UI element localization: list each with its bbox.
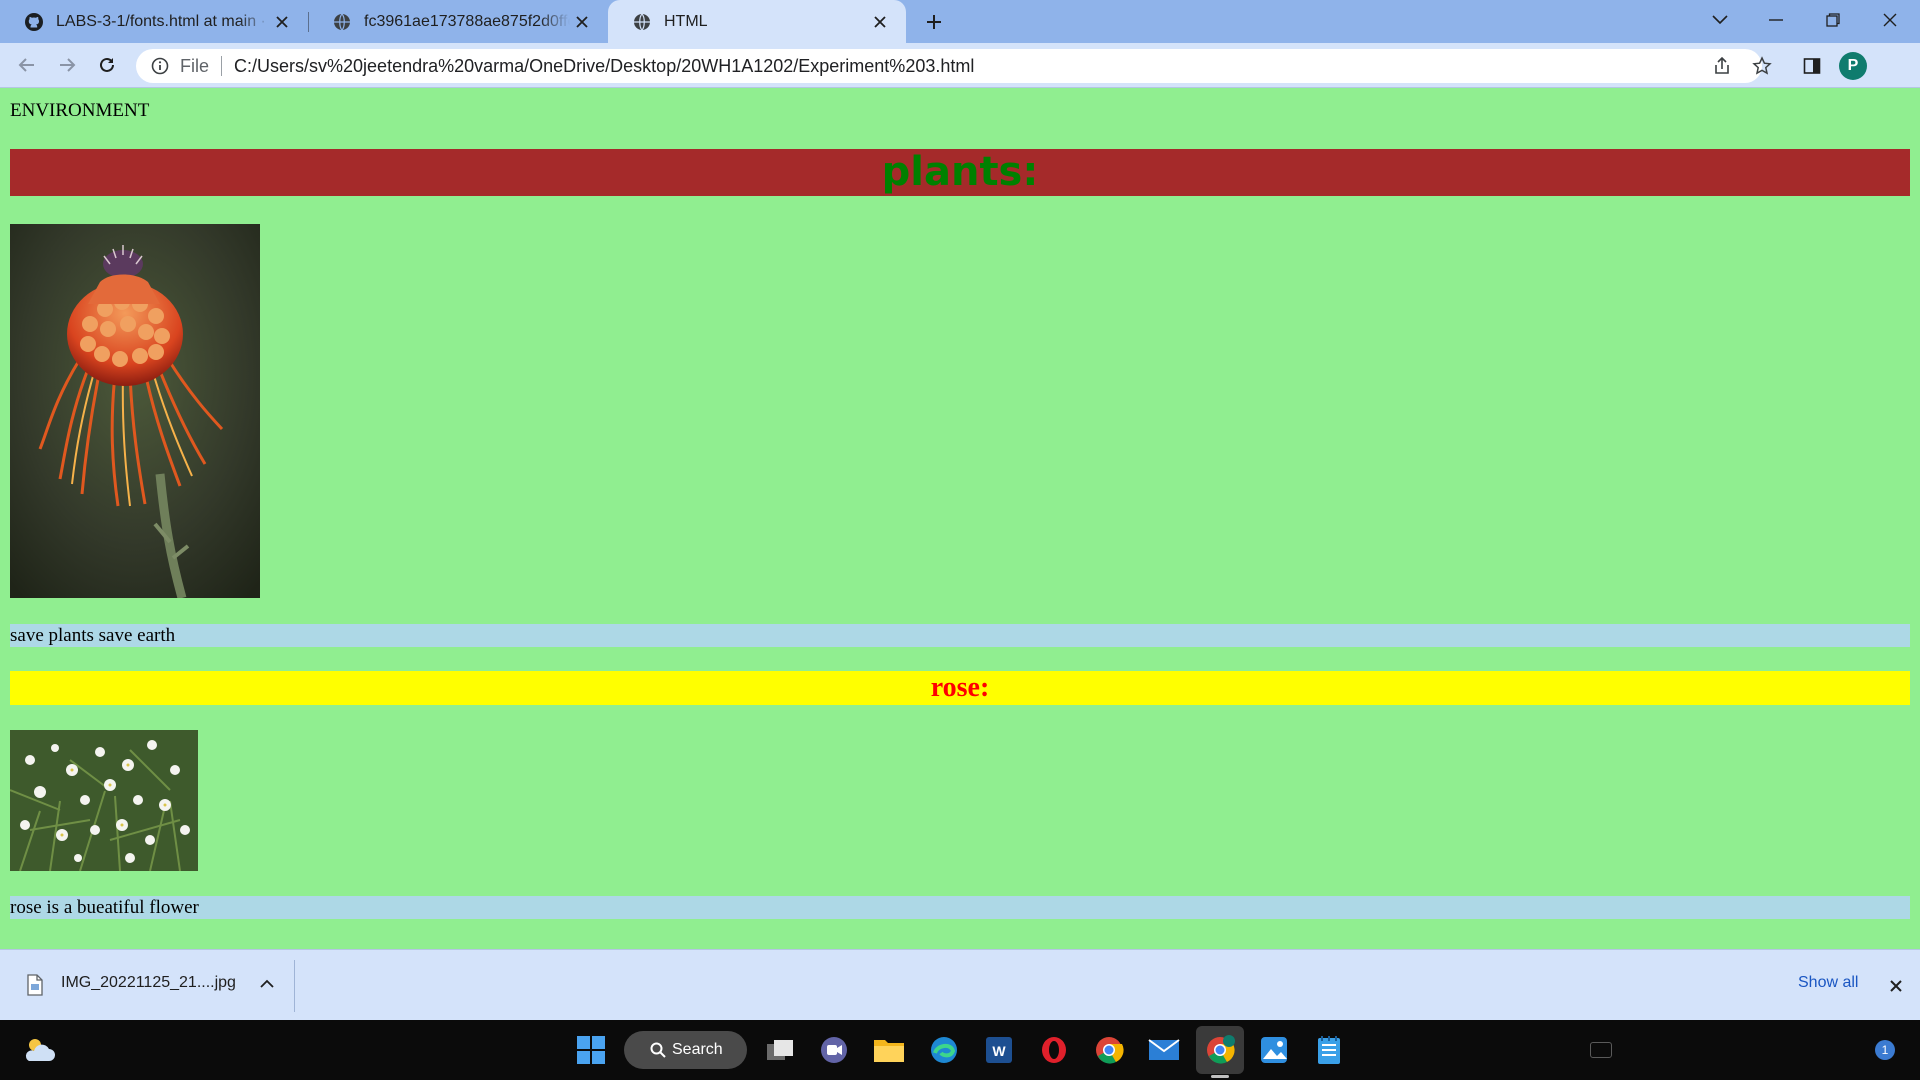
minimize-icon xyxy=(1769,19,1783,21)
bookmark-button[interactable] xyxy=(1748,52,1776,80)
browser-title-bar: LABS-3-1/fonts.html at main · 20WH1A1202… xyxy=(0,0,1920,43)
reload-icon xyxy=(100,57,114,72)
back-button[interactable] xyxy=(11,49,43,81)
active-app-indicator xyxy=(1211,1075,1229,1078)
browser-toolbar: File C:/Users/sv%20jeetendra%20varma/One… xyxy=(0,43,1920,88)
opera-browser-icon[interactable] xyxy=(1034,1030,1074,1070)
new-tab-button[interactable] xyxy=(920,8,948,36)
rose-heading: rose: xyxy=(10,671,1910,705)
address-bar[interactable]: File C:/Users/sv%20jeetendra%20varma/One… xyxy=(136,49,1762,83)
notepad-app-icon[interactable] xyxy=(1309,1030,1349,1070)
globe-icon xyxy=(332,12,352,32)
mail-app-icon[interactable] xyxy=(1144,1030,1184,1070)
close-icon[interactable] xyxy=(270,10,294,34)
restore-button[interactable] xyxy=(1805,0,1861,40)
edge-browser-icon[interactable] xyxy=(924,1030,964,1070)
tab-title: LABS-3-1/fonts.html at main · 20WH1A1202 xyxy=(56,12,270,30)
profile-avatar[interactable]: P xyxy=(1839,52,1867,80)
restore-icon xyxy=(1826,13,1840,27)
chevron-up-icon[interactable] xyxy=(256,972,278,994)
url-text[interactable]: C:/Users/sv%20jeetendra%20varma/OneDrive… xyxy=(234,56,974,77)
file-scheme-label: File xyxy=(180,55,210,76)
search-label: Search xyxy=(672,1041,723,1058)
close-icon[interactable] xyxy=(570,10,594,34)
close-window-button[interactable] xyxy=(1862,0,1918,40)
environment-text: ENVIRONMENT xyxy=(10,100,150,121)
word-app-icon[interactable]: W xyxy=(979,1030,1019,1070)
plus-icon xyxy=(927,15,941,29)
plants-heading: plants: xyxy=(10,149,1910,196)
show-all-downloads-link[interactable]: Show all xyxy=(1798,974,1858,992)
red-pincushion-flower-photo xyxy=(10,224,260,598)
tab-title: fc3961ae173788ae875f2d0ffe5e6 xyxy=(364,12,570,30)
windows-taskbar: Search W 1 xyxy=(0,1020,1920,1080)
tab-github-fonts[interactable]: LABS-3-1/fonts.html at main · 20WH1A1202 xyxy=(0,0,308,43)
rose-caption: rose is a bueatiful flower xyxy=(10,896,1910,919)
tab-search-button[interactable] xyxy=(1692,0,1748,40)
file-explorer-icon[interactable] xyxy=(869,1030,909,1070)
globe-icon xyxy=(632,12,652,32)
share-button[interactable] xyxy=(1708,52,1736,80)
chrome-profile-icon[interactable] xyxy=(1200,1030,1240,1070)
task-view-icon[interactable] xyxy=(760,1030,800,1070)
download-shelf: IMG_20221125_21....jpg Show all xyxy=(0,949,1920,1020)
notification-badge[interactable]: 1 xyxy=(1875,1040,1895,1060)
side-panel-button[interactable] xyxy=(1798,52,1826,80)
close-icon[interactable] xyxy=(1884,974,1908,998)
chevron-down-icon xyxy=(1712,15,1728,25)
star-icon xyxy=(1752,56,1772,75)
download-file-name[interactable]: IMG_20221125_21....jpg xyxy=(61,974,236,992)
weather-icon[interactable] xyxy=(20,1030,60,1070)
taskbar-search[interactable]: Search xyxy=(624,1031,747,1069)
share-icon xyxy=(1715,56,1729,74)
windows-logo-icon xyxy=(577,1036,605,1064)
search-icon xyxy=(650,1042,666,1058)
page-content: ENVIRONMENT plants: save plants save ear… xyxy=(0,89,1920,949)
tab-title: HTML xyxy=(664,12,708,30)
download-divider xyxy=(294,960,295,1012)
tab-hash-page[interactable]: fc3961ae173788ae875f2d0ffe5e6 xyxy=(308,0,608,43)
svg-text:W: W xyxy=(992,1043,1006,1059)
side-panel-icon xyxy=(1803,58,1821,74)
white-flowers-shrub-photo xyxy=(10,730,198,871)
github-icon xyxy=(24,12,44,32)
photos-app-icon[interactable] xyxy=(1254,1030,1294,1070)
tab-html-active[interactable]: HTML xyxy=(608,0,906,43)
file-icon xyxy=(26,974,44,996)
info-icon[interactable] xyxy=(150,56,170,76)
teams-meet-icon[interactable] xyxy=(814,1030,854,1070)
back-arrow-icon xyxy=(18,58,34,72)
forward-arrow-icon xyxy=(60,58,76,72)
plants-caption: save plants save earth xyxy=(10,624,1910,647)
forward-button[interactable] xyxy=(51,49,83,81)
close-icon[interactable] xyxy=(868,10,892,34)
start-button[interactable] xyxy=(571,1030,611,1070)
address-divider xyxy=(221,56,223,76)
keyboard-icon[interactable] xyxy=(1590,1042,1612,1058)
close-icon xyxy=(1883,13,1897,27)
chrome-browser-icon[interactable] xyxy=(1089,1030,1129,1070)
minimize-button[interactable] xyxy=(1748,0,1804,40)
reload-button[interactable] xyxy=(91,49,123,81)
